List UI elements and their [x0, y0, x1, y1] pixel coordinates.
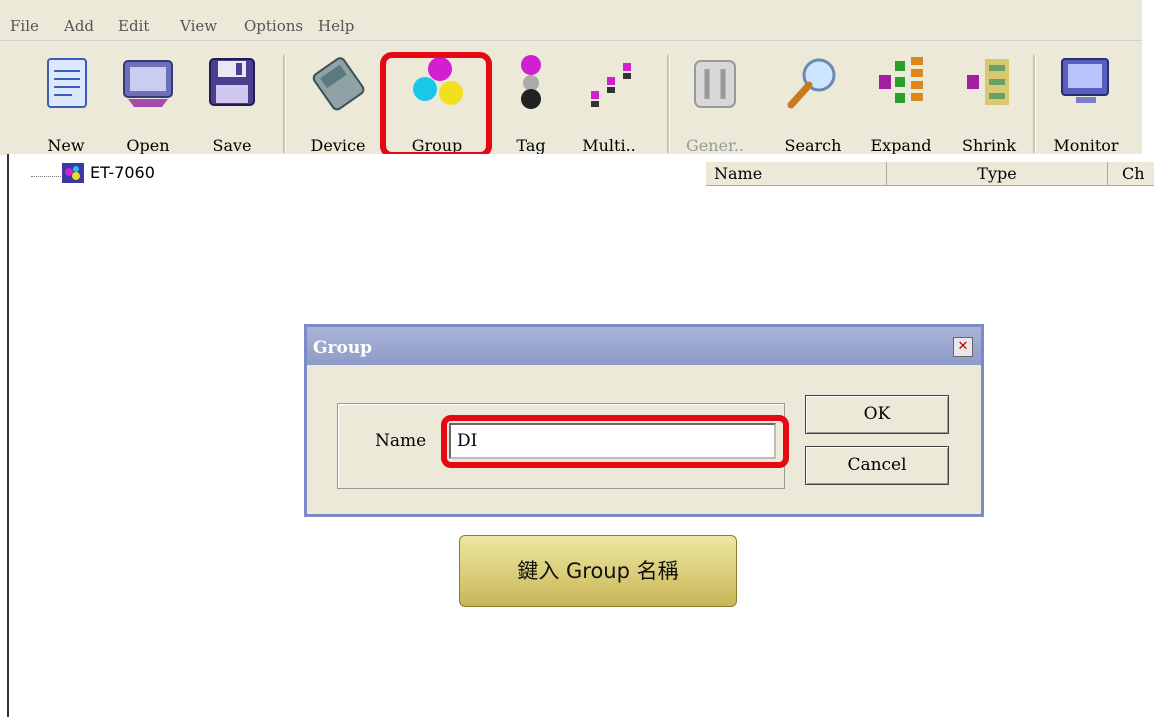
new-document-icon [47, 58, 87, 108]
new-button[interactable]: New [27, 51, 105, 155]
menu-view[interactable]: View [180, 17, 217, 35]
tree-connector [31, 176, 63, 177]
menu-options[interactable]: Options [244, 17, 303, 35]
monitor-button[interactable]: Monitor [1047, 51, 1125, 155]
shrink-button[interactable]: Shrink [950, 51, 1028, 155]
open-folder-icon [123, 60, 173, 107]
cancel-button[interactable]: Cancel [805, 446, 949, 485]
tag-balls-icon [521, 55, 541, 109]
toolbar-separator [1033, 55, 1036, 153]
column-header-ch[interactable]: Ch [1108, 162, 1154, 186]
save-button[interactable]: Save [193, 51, 271, 155]
multi-button[interactable]: Multi.. [570, 51, 648, 155]
tag-button[interactable]: Tag [492, 51, 570, 155]
menu-bar: File Add Edit View Options Help [0, 0, 1142, 40]
open-button[interactable]: Open [109, 51, 187, 155]
group-dialog: Group ✕ Name OK Cancel [304, 324, 984, 517]
floppy-disk-icon [209, 58, 255, 106]
general-button[interactable]: Gener.. [676, 51, 754, 155]
menu-help[interactable]: Help [318, 17, 354, 35]
search-button[interactable]: Search [774, 51, 852, 155]
close-button[interactable]: ✕ [953, 337, 973, 357]
instruction-callout: 鍵入 Group 名稱 [459, 535, 737, 607]
column-header-type[interactable]: Type [887, 162, 1108, 186]
tree-node-label: ET-7060 [90, 163, 155, 182]
device-node-icon [62, 163, 84, 183]
menu-edit[interactable]: Edit [118, 17, 149, 35]
group-button-highlight [380, 52, 492, 158]
menu-file[interactable]: File [10, 17, 39, 35]
tools-icon [694, 60, 736, 108]
close-icon: ✕ [957, 339, 969, 354]
shrink-tree-icon [967, 59, 1009, 105]
multi-tag-icon [591, 63, 631, 107]
device-button[interactable]: Device [299, 51, 377, 155]
ok-button[interactable]: OK [805, 395, 949, 434]
dialog-titlebar[interactable]: Group ✕ [307, 327, 981, 365]
menu-add[interactable]: Add [64, 17, 94, 35]
expand-button[interactable]: Expand [862, 51, 940, 155]
dialog-title: Group [313, 338, 373, 358]
search-icon [787, 58, 836, 109]
column-header-name[interactable]: Name [706, 162, 887, 186]
toolbar: New Open Save Device Group Tag Multi.. G… [0, 40, 1142, 155]
expand-tree-icon [879, 57, 923, 103]
name-input-highlight [441, 415, 789, 468]
name-label: Name [375, 431, 427, 451]
device-module-icon [312, 57, 365, 111]
toolbar-separator [283, 55, 286, 153]
toolbar-separator [667, 55, 670, 153]
monitor-icon [1061, 58, 1109, 103]
